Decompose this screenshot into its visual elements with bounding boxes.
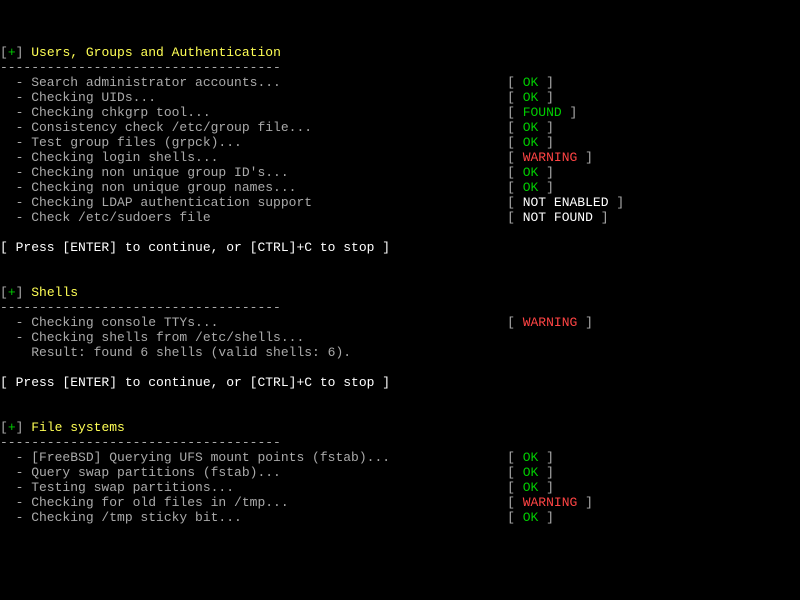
terminal-output: [+] Users, Groups and Authentication ---…: [0, 0, 800, 540]
check-line: - Checking shells from /etc/shells...: [0, 330, 304, 345]
check-line: - Consistency check /etc/group file... […: [0, 120, 554, 135]
check-line: Result: found 6 shells (valid shells: 6)…: [0, 345, 351, 360]
check-line: - Testing swap partitions... [ OK ]: [0, 480, 554, 495]
section-header: [+] File systems: [0, 420, 125, 435]
continue-prompt[interactable]: [ Press [ENTER] to continue, or [CTRL]+C…: [0, 375, 390, 390]
check-line: - Checking LDAP authentication support […: [0, 195, 624, 210]
check-line: - Checking for old files in /tmp... [ WA…: [0, 495, 593, 510]
section-header: [+] Users, Groups and Authentication: [0, 45, 281, 60]
check-line: - Checking console TTYs... [ WARNING ]: [0, 315, 593, 330]
check-line: - Search administrator accounts... [ OK …: [0, 75, 554, 90]
check-line: - Checking login shells... [ WARNING ]: [0, 150, 593, 165]
check-line: - Test group files (grpck)... [ OK ]: [0, 135, 554, 150]
section-header: [+] Shells: [0, 285, 78, 300]
check-line: - [FreeBSD] Querying UFS mount points (f…: [0, 450, 554, 465]
check-line: - Query swap partitions (fstab)... [ OK …: [0, 465, 554, 480]
check-line: - Checking non unique group ID's... [ OK…: [0, 165, 554, 180]
check-line: - Checking non unique group names... [ O…: [0, 180, 554, 195]
check-line: - Checking chkgrp tool... [ FOUND ]: [0, 105, 577, 120]
check-line: - Check /etc/sudoers file [ NOT FOUND ]: [0, 210, 609, 225]
check-line: - Checking UIDs... [ OK ]: [0, 90, 554, 105]
continue-prompt[interactable]: [ Press [ENTER] to continue, or [CTRL]+C…: [0, 240, 390, 255]
check-line: - Checking /tmp sticky bit... [ OK ]: [0, 510, 554, 525]
